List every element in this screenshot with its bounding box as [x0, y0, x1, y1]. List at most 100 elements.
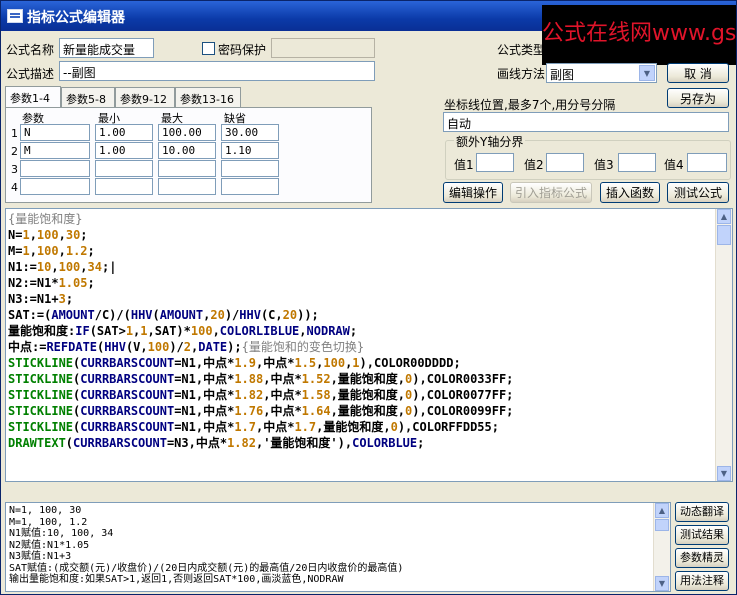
code-token: 10	[36, 260, 52, 274]
code-line[interactable]: STICKLINE(CURRBARSCOUNT=N1,中点*1.82,中点*1.…	[8, 387, 513, 403]
coord-lines-input[interactable]: 自动	[443, 112, 729, 132]
code-token: ,	[51, 260, 59, 274]
code-token: STICKLINE	[8, 388, 74, 402]
code-token: 1.52	[301, 372, 331, 386]
formula-name-input[interactable]: 新量能成交量	[59, 38, 154, 58]
code-token: =N1,中点*	[174, 356, 235, 370]
test-formula-button[interactable]: 测试公式	[667, 182, 729, 203]
code-token: 1.5	[294, 356, 317, 370]
formula-code-editor[interactable]: {量能饱和度} N=1,100,30; M=1,100,1.2; N1:=10,100…	[5, 208, 733, 482]
code-token: ,	[29, 244, 37, 258]
code-token: (C,	[260, 308, 283, 322]
code-token: 0	[390, 420, 398, 434]
code-line[interactable]: 量能饱和度:IF(SAT>1,1,SAT)*100,COLORLIBLUE,NO…	[8, 323, 357, 339]
code-token: 100	[147, 340, 170, 354]
scroll-up-icon[interactable]: ▲	[655, 503, 669, 518]
output-line: 输出量能饱和度:如果SAT>1,返回1,否则返回SAT*100,画淡蓝色,NOD…	[9, 574, 344, 585]
tab-params-5-8[interactable]: 参数5-8	[61, 87, 115, 107]
param-min-input[interactable]: 1.00	[95, 142, 153, 159]
code-token: 1.76	[234, 404, 264, 418]
output-scrollbar[interactable]: ▲ ▼	[653, 503, 670, 591]
code-line[interactable]: N2:=N1*1.05;	[8, 275, 95, 291]
editor-scrollbar[interactable]: ▲ ▼	[715, 209, 732, 481]
watermark-banner: 公式在线网www.gszx.com.cn	[542, 5, 736, 65]
param-name-input[interactable]	[20, 178, 90, 195]
output-line: SAT赋值:(成交额(元)/收盘价)/(20日内成交额(元)的最高值/20日内收…	[9, 562, 404, 574]
param-max-input[interactable]	[158, 178, 216, 195]
code-token: CURRBARSCOUNT	[80, 404, 175, 418]
tab-params-13-16[interactable]: 参数13-16	[175, 87, 241, 107]
code-token: ,量能饱和度,	[330, 404, 406, 418]
usage-notes-button[interactable]: 用法注释	[675, 571, 729, 591]
tab-params-1-4[interactable]: 参数1-4	[5, 86, 61, 108]
test-result-button[interactable]: 测试结果	[675, 525, 729, 545]
axis-value-4-label: 值4	[664, 158, 684, 172]
axis-value-2-input[interactable]	[546, 153, 584, 172]
code-line[interactable]: DRAWTEXT(CURRBARSCOUNT=N3,中点*1.82,'量能饱和度…	[8, 435, 424, 451]
param-max-input[interactable]: 10.00	[158, 142, 216, 159]
draw-method-label: 画线方法	[497, 67, 546, 81]
param-name-input[interactable]: N	[20, 124, 90, 141]
code-token: N1:=	[8, 260, 37, 274]
window-title: 指标公式编辑器	[27, 10, 125, 26]
formula-desc-input[interactable]: --副图	[59, 61, 375, 81]
param-default-input[interactable]: 30.00	[221, 124, 279, 141]
dynamic-translate-button[interactable]: 动态翻译	[675, 502, 729, 522]
code-line[interactable]: STICKLINE(CURRBARSCOUNT=N1,中点*1.88,中点*1.…	[8, 371, 513, 387]
code-line[interactable]: N=1,100,30;	[8, 227, 88, 243]
code-token: ,	[29, 228, 37, 242]
param-name-input[interactable]: M	[20, 142, 90, 159]
tab-params-9-12[interactable]: 参数9-12	[115, 87, 175, 107]
code-token: ,量能饱和度,	[330, 388, 406, 402]
axis-value-1-input[interactable]	[476, 153, 514, 172]
output-line: N2赋值:N1*1.05	[9, 539, 90, 551]
code-line[interactable]: M=1,100,1.2;	[8, 243, 95, 259]
cancel-button[interactable]: 取 消	[667, 63, 729, 83]
code-token: AMOUNT	[159, 308, 204, 322]
param-min-input[interactable]	[95, 178, 153, 195]
code-token: ;	[80, 228, 88, 242]
code-token: ;	[87, 276, 95, 290]
code-line[interactable]: STICKLINE(CURRBARSCOUNT=N1,中点*1.7,中点*1.7…	[8, 419, 499, 435]
code-token: NODRAW	[306, 324, 350, 338]
axis-value-2-label: 值2	[524, 158, 544, 172]
scroll-thumb[interactable]	[655, 519, 669, 531]
param-name-input[interactable]	[20, 160, 90, 177]
param-default-input[interactable]	[221, 178, 279, 195]
code-line[interactable]: {量能饱和度}	[8, 211, 82, 227]
code-token: REFDATE	[46, 340, 98, 354]
scroll-up-icon[interactable]: ▲	[717, 209, 731, 224]
code-line[interactable]: 中点:=REFDATE(HHV(V,100)/2,DATE);{量能饱和的变色切…	[8, 339, 364, 355]
param-default-input[interactable]	[221, 160, 279, 177]
axis-value-3-input[interactable]	[618, 153, 656, 172]
code-line[interactable]: N3:=N1+3;	[8, 291, 73, 307]
code-token: 1.2	[65, 244, 88, 258]
insert-function-button[interactable]: 插入函数	[600, 182, 660, 203]
scroll-thumb[interactable]	[717, 225, 731, 245]
scroll-down-icon[interactable]: ▼	[655, 576, 669, 591]
code-line[interactable]: STICKLINE(CURRBARSCOUNT=N1,中点*1.76,中点*1.…	[8, 403, 513, 419]
code-token: 100	[323, 356, 346, 370]
param-wizard-button[interactable]: 参数精灵	[675, 548, 729, 568]
param-min-input[interactable]	[95, 160, 153, 177]
code-line[interactable]: N1:=10,100,34;|	[8, 259, 116, 275]
param-max-input[interactable]	[158, 160, 216, 177]
param-default-input[interactable]: 1.10	[221, 142, 279, 159]
save-as-button[interactable]: 另存为	[667, 88, 729, 108]
param-min-input[interactable]: 1.00	[95, 124, 153, 141]
code-token: ;	[417, 436, 425, 450]
chevron-down-icon[interactable]: ▼	[639, 65, 655, 81]
param-max-input[interactable]: 100.00	[158, 124, 216, 141]
edit-operations-button[interactable]: 编辑操作	[443, 182, 503, 203]
axis-value-4-input[interactable]	[687, 153, 727, 172]
code-token: ));	[297, 308, 319, 322]
scroll-down-icon[interactable]: ▼	[717, 466, 731, 481]
coord-lines-label: 坐标线位置,最多7个,用分号分隔	[444, 98, 616, 112]
code-token: 1	[22, 244, 30, 258]
draw-method-select[interactable]: 副图 ▼	[546, 63, 657, 83]
code-line[interactable]: STICKLINE(CURRBARSCOUNT=N1,中点*1.9,中点*1.5…	[8, 355, 461, 371]
code-line[interactable]: SAT:=(AMOUNT/C)/(HHV(AMOUNT,20)/HHV(C,20…	[8, 307, 319, 323]
password-checkbox[interactable]	[202, 42, 215, 55]
extra-y-axis-group: 额外Y轴分界 值1 值2 值3 值4	[445, 133, 731, 180]
code-token: {量能饱和的变色切换}	[241, 340, 365, 354]
